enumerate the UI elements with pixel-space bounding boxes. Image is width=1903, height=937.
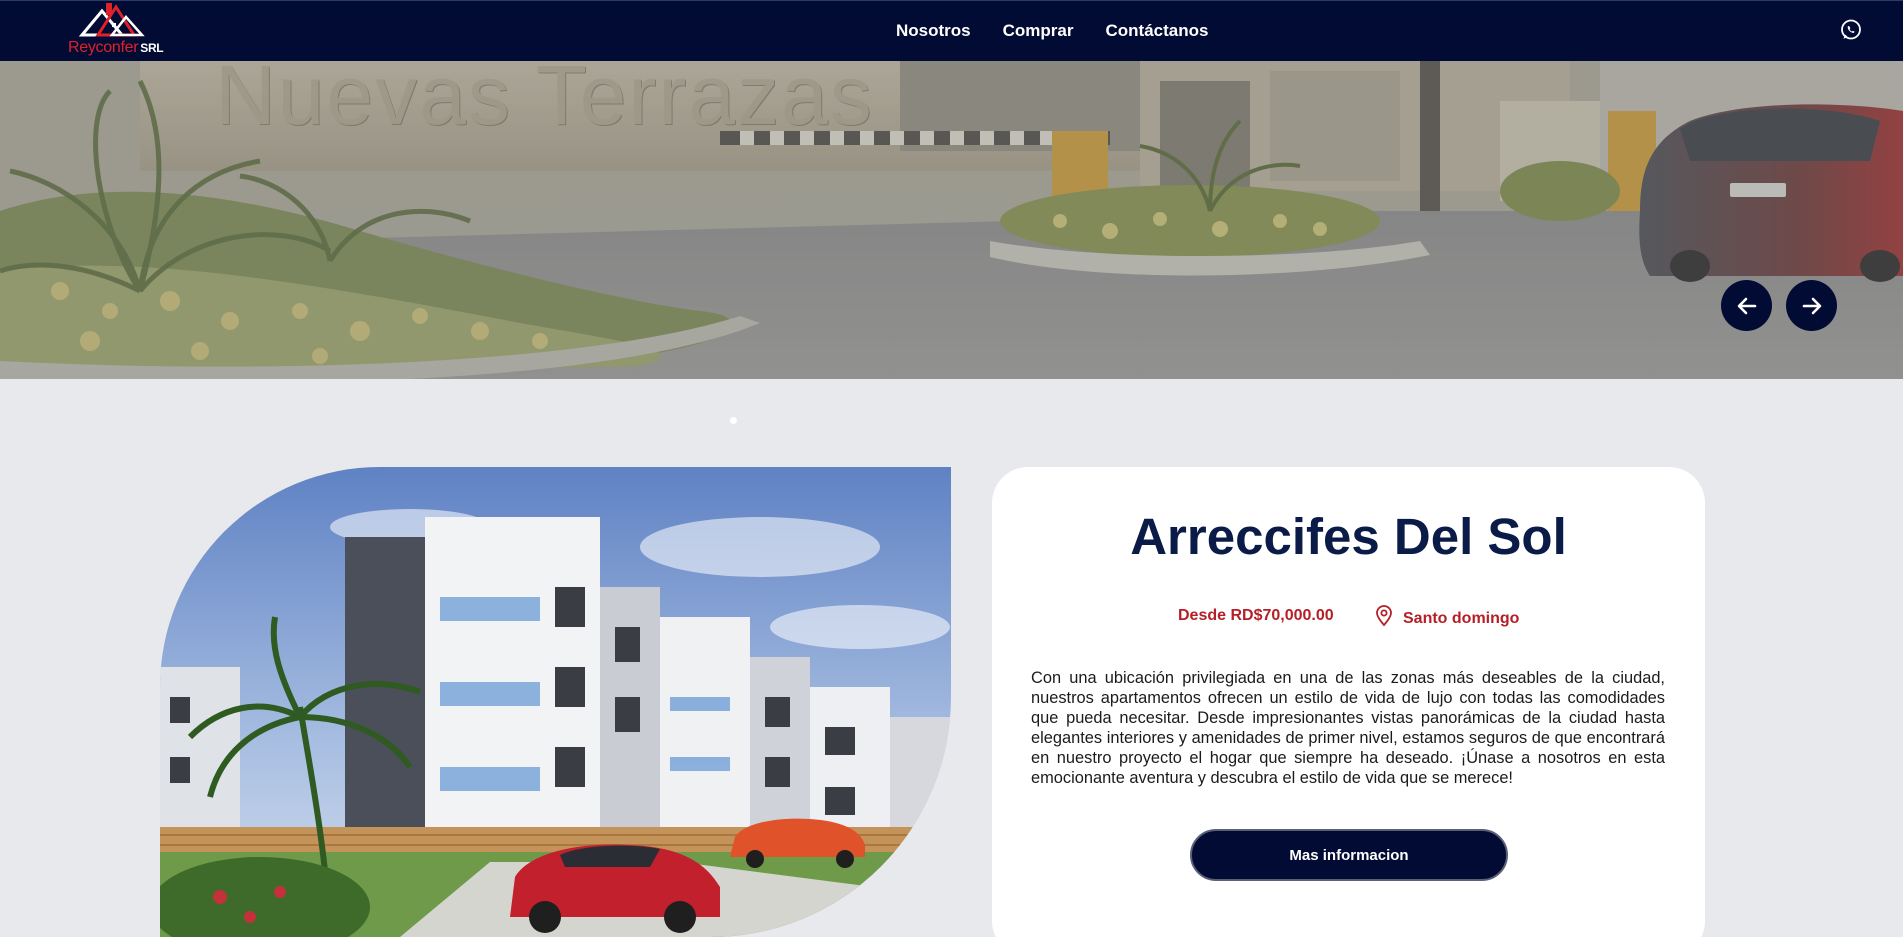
logo-text: Reyconfer SRL [68,39,164,56]
carousel-prev-button[interactable] [1721,280,1772,331]
nav-link-nosotros[interactable]: Nosotros [896,21,971,41]
project-location: Santo domingo [1403,610,1520,627]
logo-house-icon [78,3,145,37]
navbar: Reyconfer SRL Nosotros Comprar Contáctano… [0,0,1903,61]
project-price: Desde RD$70,000.00 [1178,607,1334,624]
nav-link-comprar[interactable]: Comprar [1003,21,1074,41]
logo[interactable]: Reyconfer SRL [66,1,176,61]
arrow-right-icon [1802,297,1821,314]
hero-carousel: Nuevas Terrazas [0,61,1903,379]
carousel-next-button[interactable] [1786,280,1837,331]
nav-link-contactanos[interactable]: Contáctanos [1105,21,1208,41]
project-title: Arreccifes Del Sol [1130,508,1567,565]
project-building-illustration [160,467,951,937]
project-info-card: Arreccifes Del Sol Desde RD$70,000.00 Sa… [992,467,1705,937]
arrow-left-icon [1737,297,1756,314]
project-image [160,467,951,937]
whatsapp-icon[interactable] [1839,18,1863,42]
more-info-button[interactable]: Mas informacion [1190,829,1508,881]
main-nav: Nosotros Comprar Contáctanos [896,21,1208,41]
carousel-indicator-dot[interactable] [730,417,737,424]
map-pin-icon [1376,605,1392,627]
hero-overlay [0,61,1903,379]
project-description: Con una ubicación privilegiada en una de… [1031,669,1665,787]
